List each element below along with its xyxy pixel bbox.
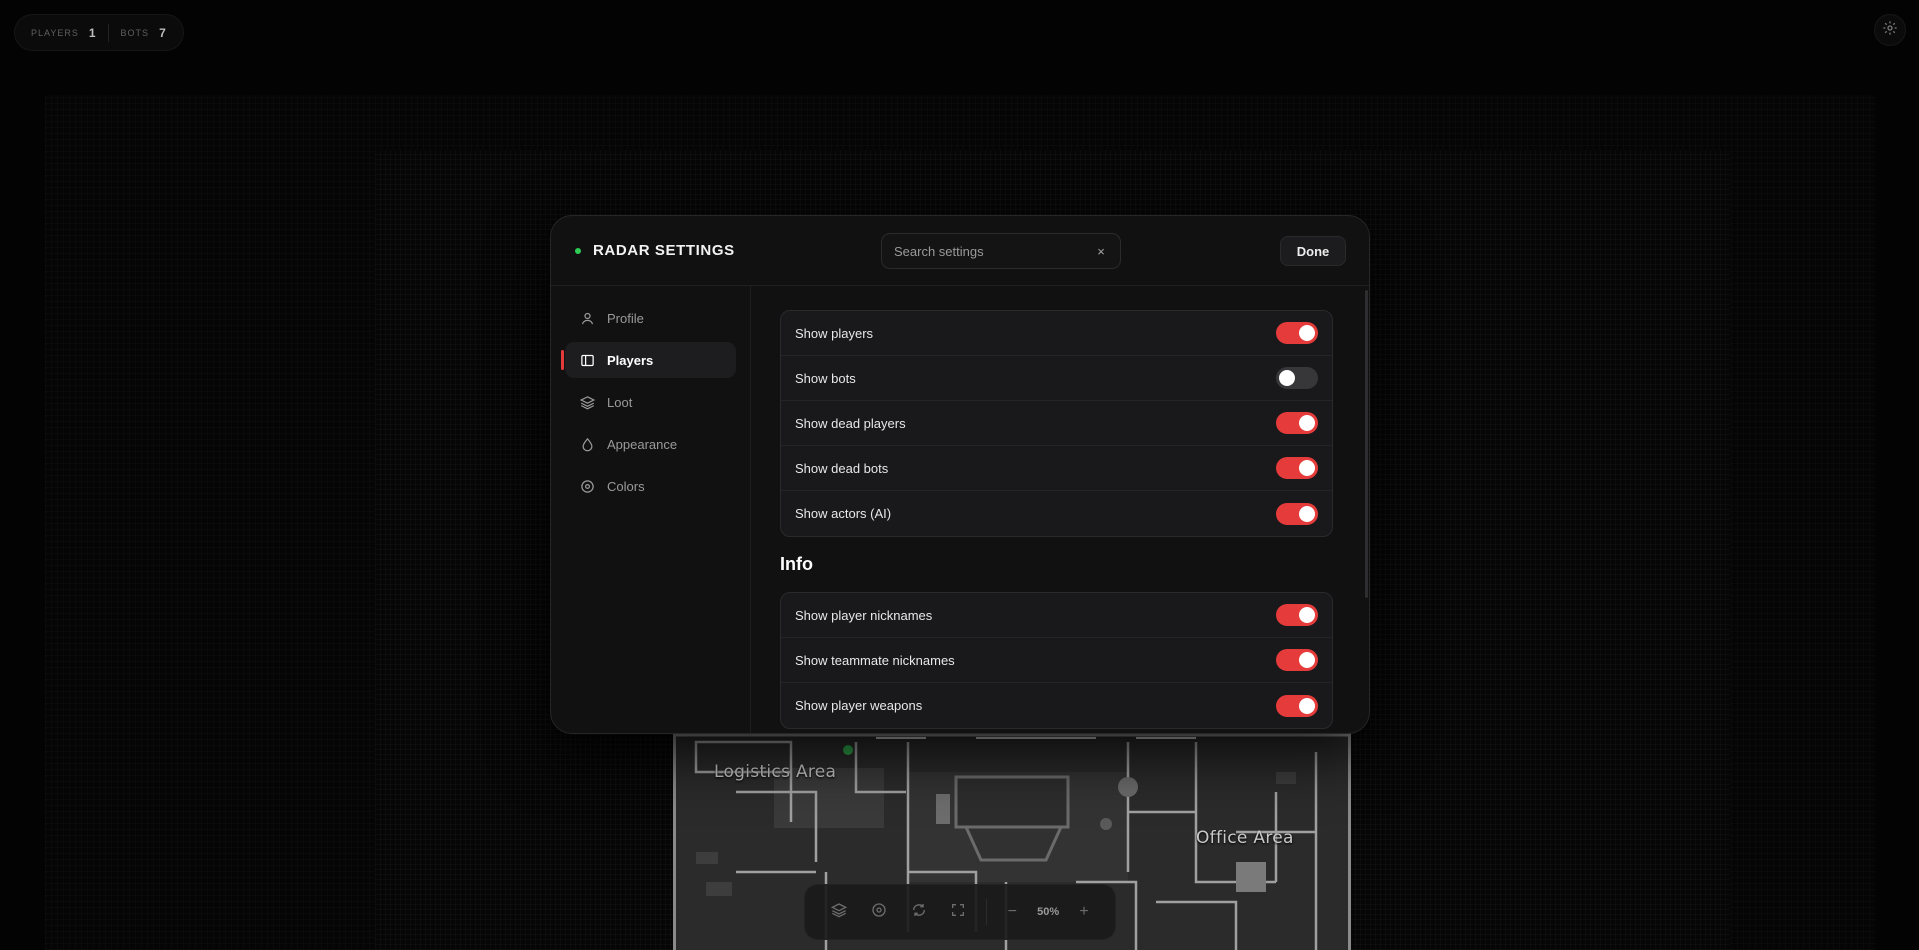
toggle-knob xyxy=(1299,325,1315,341)
setting-label: Show actors (AI) xyxy=(795,506,892,521)
status-dot xyxy=(575,248,581,254)
setting-row: Show player weapons xyxy=(781,683,1332,728)
fullscreen-button[interactable] xyxy=(939,892,979,932)
search-input[interactable] xyxy=(894,243,1094,259)
show-dead-bots-toggle[interactable] xyxy=(1276,457,1318,479)
modal-title: RADAR SETTINGS xyxy=(593,242,735,259)
setting-row: Show bots xyxy=(781,356,1332,401)
setting-label: Show player nicknames xyxy=(795,607,933,623)
nav-item-loot[interactable]: Loot xyxy=(565,384,736,420)
zoom-level: 50% xyxy=(1037,906,1060,918)
setting-label: Show player weapons xyxy=(795,698,923,713)
search-clear-button[interactable]: × xyxy=(1094,244,1108,259)
show-players-toggle[interactable] xyxy=(1276,322,1318,344)
panel-icon xyxy=(579,352,595,368)
rotate-button[interactable] xyxy=(899,892,939,932)
refresh-icon xyxy=(911,902,927,923)
settings-content: Show players Show bots Show dead players… xyxy=(752,286,1369,733)
nav-item-appearance[interactable]: Appearance xyxy=(565,426,736,462)
gear-icon xyxy=(1882,20,1898,41)
target-icon xyxy=(579,478,595,494)
search-box: × xyxy=(881,233,1121,269)
show-bots-toggle[interactable] xyxy=(1276,367,1318,389)
nav-label-loot: Loot xyxy=(607,394,633,410)
setting-row: Show teammate nicknames xyxy=(781,638,1332,683)
toolbar-divider xyxy=(986,899,988,925)
toggle-knob xyxy=(1299,652,1315,668)
nav-label-players: Players xyxy=(607,352,654,368)
user-icon xyxy=(579,310,595,326)
settings-group-visibility: Show players Show bots Show dead players… xyxy=(780,310,1333,537)
bots-count: 7 xyxy=(159,25,166,40)
nav-label-colors: Colors xyxy=(607,478,645,494)
nav-item-colors[interactable]: Colors xyxy=(565,468,736,504)
nav-label-profile: Profile xyxy=(607,310,644,326)
bots-label: BOTS xyxy=(120,27,150,38)
toggle-knob xyxy=(1279,370,1295,386)
show-teammate-nicknames-toggle[interactable] xyxy=(1276,649,1318,671)
settings-group-info: Show player nicknames Show teammate nick… xyxy=(780,592,1333,729)
players-count: 1 xyxy=(88,25,96,40)
show-dead-players-toggle[interactable] xyxy=(1276,412,1318,434)
setting-row: Show dead bots xyxy=(781,446,1332,491)
show-player-weapons-toggle[interactable] xyxy=(1276,694,1318,717)
entity-counter: PLAYERS 1 BOTS 7 xyxy=(14,14,184,51)
zoom-in-button[interactable]: + xyxy=(1067,903,1101,921)
nav-item-profile[interactable]: Profile xyxy=(565,300,736,336)
center-button[interactable] xyxy=(859,892,899,932)
map-label-logistics: Logistics Area xyxy=(714,762,837,782)
modal-header: RADAR SETTINGS × Done xyxy=(551,216,1369,286)
fullscreen-icon xyxy=(950,902,966,923)
show-player-nicknames-toggle[interactable] xyxy=(1276,604,1318,626)
players-stat: PLAYERS 1 xyxy=(31,26,96,40)
toggle-knob xyxy=(1299,460,1315,476)
toggle-knob xyxy=(1299,505,1315,522)
target-icon xyxy=(871,902,887,923)
nav-label-appearance: Appearance xyxy=(607,436,678,452)
toggle-knob xyxy=(1299,607,1315,623)
zoom-out-button[interactable]: − xyxy=(995,903,1029,921)
show-actors-toggle[interactable] xyxy=(1276,502,1318,525)
toggle-knob xyxy=(1299,697,1315,714)
setting-row: Show player nicknames xyxy=(781,593,1332,638)
section-title-info: Info xyxy=(780,554,813,574)
settings-modal: RADAR SETTINGS × Done Profile Players Lo… xyxy=(550,215,1370,734)
setting-label: Show teammate nicknames xyxy=(795,652,955,668)
done-button[interactable]: Done xyxy=(1280,236,1346,266)
setting-label: Show dead players xyxy=(795,415,906,431)
setting-row: Show actors (AI) xyxy=(781,491,1332,536)
setting-row: Show players xyxy=(781,311,1332,356)
layers-icon xyxy=(579,394,595,410)
map-toolbar: − 50% + xyxy=(804,884,1116,940)
settings-button[interactable] xyxy=(1874,14,1906,46)
setting-label: Show players xyxy=(795,325,874,341)
settings-sidebar: Profile Players Loot Appearance Colors xyxy=(551,286,751,733)
droplet-icon xyxy=(579,436,595,452)
layers-icon xyxy=(830,902,848,923)
setting-row: Show dead players xyxy=(781,401,1332,446)
layers-button[interactable] xyxy=(819,892,859,932)
nav-item-players[interactable]: Players xyxy=(561,342,736,378)
toggle-knob xyxy=(1299,415,1315,431)
setting-label: Show bots xyxy=(795,370,856,386)
map-label-office: Office Area xyxy=(1196,828,1294,848)
content-scrollbar[interactable] xyxy=(1365,290,1368,598)
bots-stat: BOTS 7 xyxy=(121,26,166,40)
setting-label: Show dead bots xyxy=(795,460,889,476)
players-label: PLAYERS xyxy=(31,27,79,38)
stat-divider xyxy=(107,23,109,42)
